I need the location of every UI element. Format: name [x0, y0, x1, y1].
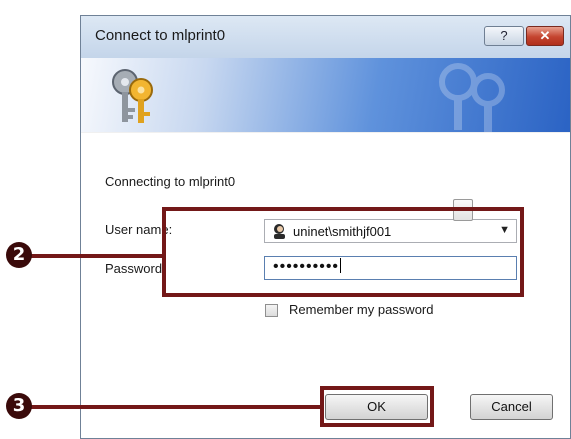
annotation-ok-box — [320, 386, 434, 427]
annotation-step2-line — [30, 254, 164, 258]
keys-watermark-icon — [439, 63, 505, 132]
password-label: Password: — [105, 261, 166, 276]
remember-password-checkbox[interactable] — [265, 304, 278, 317]
window-title: Connect to mlprint0 — [95, 27, 226, 44]
remember-password-label[interactable]: Remember my password — [289, 302, 434, 317]
close-button[interactable]: ✕ — [526, 26, 564, 46]
header-banner — [81, 58, 570, 132]
annotation-step2-badge: 2 — [6, 242, 32, 268]
connecting-text: Connecting to mlprint0 — [105, 174, 236, 189]
cancel-button[interactable]: Cancel — [470, 394, 553, 420]
annotation-step3-line — [30, 405, 322, 409]
annotation-credentials-box — [162, 207, 524, 297]
help-button[interactable]: ? — [484, 26, 524, 46]
annotation-step3-badge: 3 — [6, 393, 32, 419]
keys-icon — [112, 69, 153, 123]
title-bar: Connect to mlprint0 ? ✕ — [81, 16, 570, 59]
